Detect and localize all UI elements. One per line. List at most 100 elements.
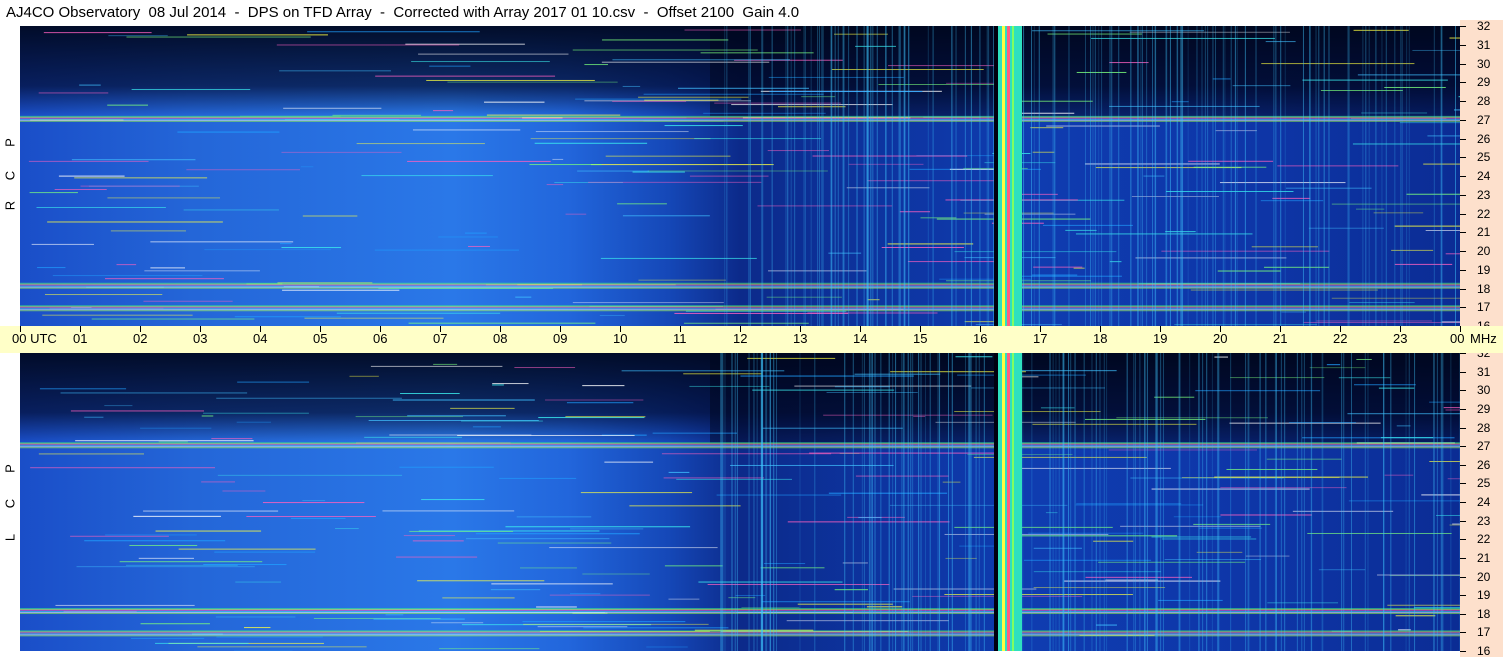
emission-speck [234,316,341,318]
persistent-emission-line [20,287,1460,289]
persistent-emission-line [20,309,1460,311]
emission-speck [1105,579,1159,581]
emission-speck [472,426,501,428]
vertical-interference-line [1365,26,1367,326]
vertical-interference-line [1236,26,1238,326]
emission-speck [204,249,331,251]
emission-speck [281,151,402,153]
vertical-interference-line [1315,26,1317,326]
emission-speck [408,322,596,324]
vertical-interference-line [837,26,839,326]
emission-speck [1391,249,1434,251]
emission-speck [217,474,403,476]
emission-speck [632,171,685,173]
vertical-interference-line [1390,353,1392,651]
vertical-interference-line [927,26,929,326]
emission-speck [246,516,376,518]
emission-speck [913,415,926,417]
vertical-interference-line [1414,353,1416,651]
emission-speck [30,467,215,469]
emission-speck [1214,356,1229,358]
emission-speck [664,565,723,567]
emission-speck [186,169,300,171]
emission-speck [1445,409,1460,411]
vertical-interference-line [1196,26,1198,326]
emission-speck [1230,377,1325,379]
emission-speck [1120,525,1261,527]
emission-speck [1135,257,1287,259]
emission-speck [84,540,226,542]
emission-speck [439,648,540,650]
vertical-interference-line [1141,26,1143,326]
emission-speck [828,252,862,254]
vertical-interference-line [1189,353,1191,651]
broadband-burst-core [1007,26,1010,326]
vertical-interference-line [1160,353,1162,651]
vertical-interference-line [1152,26,1154,326]
emission-speck [237,381,310,383]
emission-speck [534,142,648,144]
vertical-interference-line [970,26,972,326]
vertical-interference-line [1140,26,1142,326]
vertical-interference-line [899,26,901,326]
freq-tick-label: 31 [1477,365,1491,379]
emission-speck [466,538,610,540]
persistent-emission-line [20,306,1460,308]
vertical-interference-line [1347,26,1349,326]
lcp-letter-p: P [2,464,18,473]
persistent-emission-line [20,635,1460,637]
vertical-interference-line [910,353,912,651]
vertical-interference-line [1401,26,1403,326]
emission-speck [1042,224,1133,226]
emission-speck [569,593,601,595]
vertical-interference-line [1198,353,1200,651]
vertical-interference-line [769,353,771,651]
time-tick-label: 00 UTC [12,331,57,346]
emission-speck [600,257,757,259]
emission-speck [565,416,646,418]
vertical-interference-line [903,353,905,651]
persistent-emission-line [20,307,1460,309]
emission-speck [1425,229,1460,231]
emission-speck [661,453,832,455]
vertical-interference-line [888,353,890,651]
vertical-interference-line [1275,26,1277,326]
emission-speck [1196,551,1243,553]
emission-speck [1307,532,1452,534]
emission-speck [549,547,718,549]
vertical-interference-line [868,353,870,651]
emission-speck [222,490,266,492]
broadband-burst-core [1007,353,1010,651]
emission-speck [786,620,949,622]
emission-speck [429,65,471,67]
vertical-interference-line [1146,353,1148,651]
emission-speck [1406,193,1460,195]
emission-speck [133,515,221,517]
vertical-interference-line [1144,353,1146,651]
vertical-interference-line [1095,353,1097,651]
emission-speck [216,636,323,638]
emission-speck [418,53,569,55]
emission-speck [801,96,836,98]
emission-speck [747,357,836,359]
emission-speck [1387,604,1460,606]
emission-speck [537,626,628,628]
emission-speck [1380,437,1434,439]
emission-speck [1394,225,1460,227]
emission-speck [91,318,255,320]
vertical-interference-line [1022,353,1024,651]
emission-speck [1032,151,1055,153]
vertical-interference-line [912,353,914,651]
emission-speck [1226,468,1318,470]
emission-speck [1394,263,1453,265]
vertical-interference-line [736,353,738,651]
emission-speck [400,393,460,395]
persistent-emission-line [20,633,1460,635]
emission-speck [1452,523,1460,525]
vertical-interference-line [1248,353,1250,651]
emission-speck [47,221,223,223]
emission-speck [336,312,501,314]
rcp-letter-r: R [2,200,18,211]
emission-speck [1395,615,1436,617]
emission-speck [1098,561,1246,563]
